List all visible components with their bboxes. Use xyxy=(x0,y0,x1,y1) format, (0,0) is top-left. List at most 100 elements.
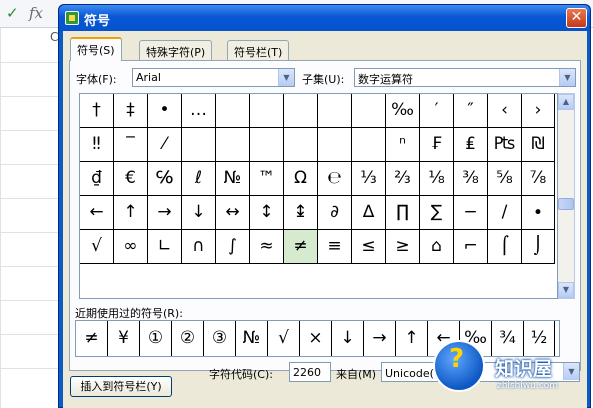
symbol-cell[interactable]: ‹ xyxy=(488,94,522,128)
symbol-cell[interactable] xyxy=(318,94,352,128)
chevron-down-icon[interactable]: ▼ xyxy=(563,363,579,380)
symbol-cell[interactable]: № xyxy=(216,162,250,196)
symbol-cell[interactable]: → xyxy=(148,196,182,230)
recent-symbol-cell[interactable]: ① xyxy=(140,321,172,356)
symbol-cell[interactable]: ∂ xyxy=(318,196,352,230)
symbol-cell[interactable]: ‾ xyxy=(114,128,148,162)
symbol-cell[interactable]: ⁿ xyxy=(386,128,420,162)
recent-symbol-cell[interactable]: ½ xyxy=(524,321,555,356)
symbol-cell[interactable]: ∞ xyxy=(114,230,148,264)
symbol-cell[interactable] xyxy=(352,128,386,162)
recent-symbol-cell[interactable]: № xyxy=(236,321,268,356)
symbol-cell[interactable] xyxy=(352,94,386,128)
font-select[interactable]: Arial ▼ xyxy=(132,68,295,87)
symbol-cell[interactable]: ∏ xyxy=(386,196,420,230)
chevron-down-icon[interactable]: ▼ xyxy=(559,69,575,86)
chevron-down-icon[interactable]: ▼ xyxy=(278,69,294,86)
symbol-cell[interactable]: ∆ xyxy=(352,196,386,230)
tab-symbols[interactable]: 符号(S) xyxy=(70,37,122,61)
recent-symbol-cell[interactable]: ↓ xyxy=(332,321,364,356)
symbol-cell[interactable]: ₪ xyxy=(522,128,555,162)
symbol-cell[interactable]: ₫ xyxy=(80,162,114,196)
symbol-cell[interactable]: Ω xyxy=(284,162,318,196)
symbol-cell[interactable]: ₤ xyxy=(454,128,488,162)
recent-symbol-cell[interactable]: ≠ xyxy=(76,321,108,356)
recent-symbol-cell[interactable]: ↑ xyxy=(396,321,428,356)
insert-to-symbol-bar-button[interactable]: 插入到符号栏(Y) xyxy=(70,376,172,397)
symbol-cell[interactable]: ™ xyxy=(250,162,284,196)
symbol-cell[interactable]: ‼ xyxy=(80,128,114,162)
symbol-cell[interactable]: ⅞ xyxy=(522,162,555,196)
symbol-cell[interactable]: ⅜ xyxy=(454,162,488,196)
symbol-cell[interactable]: ₣ xyxy=(420,128,454,162)
recent-symbol-cell[interactable]: √ xyxy=(268,321,300,356)
symbol-cell[interactable] xyxy=(284,128,318,162)
recent-symbol-cell[interactable]: ② xyxy=(172,321,204,356)
symbol-grid-scrollbar[interactable]: ▲ ▼ xyxy=(558,93,575,299)
symbol-cell[interactable]: ′ xyxy=(420,94,454,128)
symbol-cell[interactable]: ∙ xyxy=(522,196,555,230)
symbol-cell[interactable] xyxy=(284,94,318,128)
symbol-cell[interactable]: ↔ xyxy=(216,196,250,230)
insert-function-icon[interactable]: fx xyxy=(29,4,43,22)
dialog-titlebar[interactable]: 符号 ✕ xyxy=(59,5,590,31)
symbol-cell[interactable]: € xyxy=(114,162,148,196)
symbol-cell[interactable]: ≥ xyxy=(386,230,420,264)
symbol-cell[interactable]: ≠ xyxy=(284,230,318,264)
symbol-cell[interactable]: ∟ xyxy=(148,230,182,264)
symbol-cell[interactable]: † xyxy=(80,94,114,128)
symbol-cell[interactable]: ⅛ xyxy=(420,162,454,196)
symbol-cell[interactable]: ⅝ xyxy=(488,162,522,196)
symbol-cell[interactable]: ⌠ xyxy=(488,230,522,264)
recent-symbol-cell[interactable]: → xyxy=(364,321,396,356)
symbol-cell[interactable]: ℅ xyxy=(148,162,182,196)
symbol-cell[interactable]: ↕ xyxy=(250,196,284,230)
scroll-thumb[interactable] xyxy=(558,198,574,210)
symbol-cell[interactable] xyxy=(250,94,284,128)
symbol-cell[interactable] xyxy=(250,128,284,162)
scroll-up-icon[interactable]: ▲ xyxy=(558,94,574,110)
symbol-cell[interactable]: ⁄ xyxy=(148,128,182,162)
symbol-cell[interactable] xyxy=(318,128,352,162)
symbol-cell[interactable]: › xyxy=(522,94,555,128)
symbol-cell[interactable]: ℓ xyxy=(182,162,216,196)
symbol-cell[interactable] xyxy=(216,94,250,128)
symbol-cell[interactable]: … xyxy=(182,94,216,128)
char-code-input[interactable]: 2260 xyxy=(289,362,331,382)
symbol-cell[interactable]: ≈ xyxy=(250,230,284,264)
symbol-cell[interactable]: • xyxy=(148,94,182,128)
symbol-cell[interactable]: ″ xyxy=(454,94,488,128)
symbol-cell[interactable]: ‰ xyxy=(386,94,420,128)
symbol-cell[interactable]: ↓ xyxy=(182,196,216,230)
recent-symbol-cell[interactable]: ③ xyxy=(204,321,236,356)
tab-special-characters[interactable]: 特殊字符(P) xyxy=(139,40,213,60)
symbol-cell[interactable]: ← xyxy=(80,196,114,230)
symbol-cell[interactable]: ≤ xyxy=(352,230,386,264)
recent-symbol-cell[interactable]: ¥ xyxy=(108,321,140,356)
symbol-cell[interactable]: ₧ xyxy=(488,128,522,162)
scroll-down-icon[interactable]: ▼ xyxy=(558,282,574,298)
symbol-cell[interactable]: ⌂ xyxy=(420,230,454,264)
symbol-cell[interactable]: ⅔ xyxy=(386,162,420,196)
symbol-cell[interactable]: ∑ xyxy=(420,196,454,230)
symbol-cell[interactable]: √ xyxy=(80,230,114,264)
symbol-cell[interactable]: ∩ xyxy=(182,230,216,264)
symbol-cell[interactable]: − xyxy=(454,196,488,230)
tab-symbol-bar[interactable]: 符号栏(T) xyxy=(227,40,290,60)
symbol-cell[interactable]: ‡ xyxy=(114,94,148,128)
symbol-cell[interactable] xyxy=(182,128,216,162)
symbol-cell[interactable]: ∕ xyxy=(488,196,522,230)
symbol-cell[interactable]: ⌡ xyxy=(522,230,555,264)
close-button[interactable]: ✕ xyxy=(566,8,587,28)
symbol-cell[interactable]: ℮ xyxy=(318,162,352,196)
recent-symbol-cell[interactable]: ¾ xyxy=(492,321,524,356)
subset-select[interactable]: 数字运算符 ▼ xyxy=(354,68,576,87)
symbol-cell[interactable]: ⅓ xyxy=(352,162,386,196)
symbol-cell[interactable]: ↑ xyxy=(114,196,148,230)
symbol-cell[interactable] xyxy=(216,128,250,162)
confirm-check-icon[interactable]: ✓ xyxy=(6,4,19,22)
symbol-cell[interactable]: ∫ xyxy=(216,230,250,264)
recent-symbol-cell[interactable]: × xyxy=(300,321,332,356)
symbol-cell[interactable]: ≡ xyxy=(318,230,352,264)
symbol-cell[interactable]: ↨ xyxy=(284,196,318,230)
